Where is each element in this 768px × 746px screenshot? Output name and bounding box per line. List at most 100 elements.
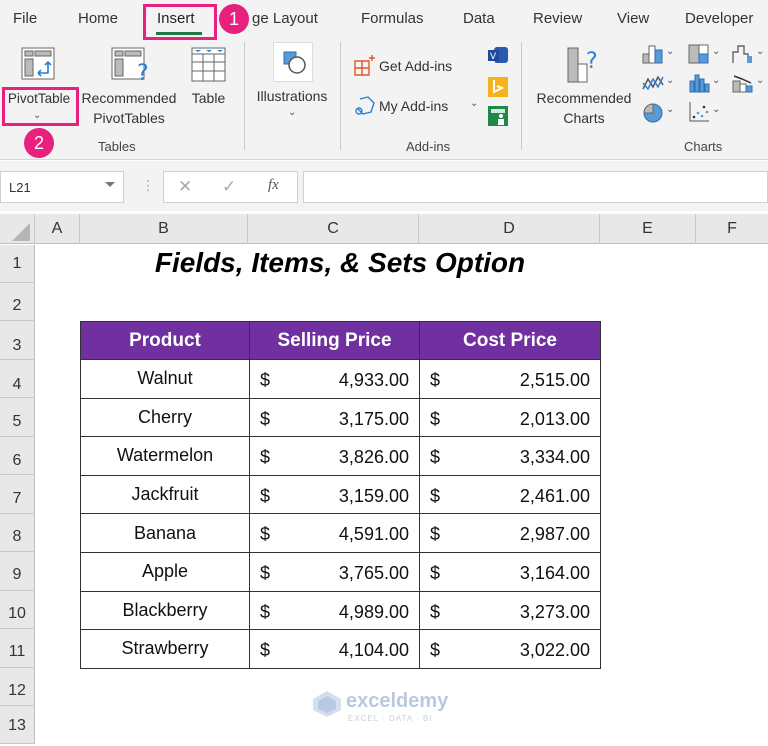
row-header-2[interactable]: 2 xyxy=(0,283,35,321)
tab-formulas[interactable]: Formulas xyxy=(361,10,424,27)
table-label: Table xyxy=(191,90,226,106)
cost-price-cell[interactable]: $3,273.00 xyxy=(419,590,601,631)
chevron-down-icon: ⌄ xyxy=(470,98,479,109)
product-cell[interactable]: Banana xyxy=(80,513,250,553)
cost-price-value: 2,013.00 xyxy=(519,408,590,429)
tab-developer[interactable]: Developer xyxy=(685,10,753,27)
histogram-chart-icon xyxy=(689,74,710,93)
selling-price-cell[interactable]: $4,989.00 xyxy=(249,590,420,631)
group-separator xyxy=(340,42,341,150)
formula-actions: ✕ ✓ fx xyxy=(163,171,298,203)
selling-price-cell[interactable]: $4,591.00 xyxy=(249,513,420,553)
exceldemy-logo-icon xyxy=(313,691,341,717)
row-header-9[interactable]: 9 xyxy=(0,552,35,591)
header-cost-price[interactable]: Cost Price xyxy=(419,321,601,360)
column-header-d[interactable]: D xyxy=(419,214,600,244)
cancel-icon[interactable]: ✕ xyxy=(178,177,192,197)
cost-price-cell[interactable]: $3,334.00 xyxy=(419,436,601,476)
column-header-b[interactable]: B xyxy=(80,214,248,244)
select-all-icon xyxy=(12,223,30,241)
cost-price-cell[interactable]: $2,013.00 xyxy=(419,397,601,438)
row-header-3[interactable]: 3 xyxy=(0,321,35,360)
tab-data[interactable]: Data xyxy=(463,10,495,27)
selling-price-cell[interactable]: $3,826.00 xyxy=(249,436,420,476)
insert-function-icon[interactable]: fx xyxy=(268,177,279,194)
row-header-10[interactable]: 10 xyxy=(0,591,35,629)
svg-text:?: ? xyxy=(586,49,598,74)
tab-file[interactable]: File xyxy=(13,10,37,27)
row-header-8[interactable]: 8 xyxy=(0,514,35,552)
store-icon xyxy=(354,55,375,76)
row-header-7[interactable]: 7 xyxy=(0,475,35,514)
currency-symbol: $ xyxy=(430,640,441,661)
chevron-down-icon: ⌄ xyxy=(712,46,721,57)
recommended-pivottables-label-2: PivotTables xyxy=(93,110,165,126)
selling-price-value: 3,175.00 xyxy=(338,408,409,429)
enter-check-icon[interactable]: ✓ xyxy=(222,177,236,197)
cost-price-cell[interactable]: $3,164.00 xyxy=(419,551,601,592)
product-cell[interactable]: Cherry xyxy=(80,397,250,438)
product-cell[interactable]: Walnut xyxy=(80,359,250,399)
selling-price-cell[interactable]: $4,104.00 xyxy=(249,629,420,669)
currency-symbol: $ xyxy=(260,408,271,429)
tab-view[interactable]: View xyxy=(617,10,649,27)
name-box-dropdown-icon[interactable] xyxy=(105,182,115,187)
sheet-title[interactable]: Fields, Items, & Sets Option xyxy=(80,244,600,282)
product-cell[interactable]: Blackberry xyxy=(80,590,250,631)
selling-price-cell[interactable]: $4,933.00 xyxy=(249,359,420,399)
currency-symbol: $ xyxy=(430,601,441,622)
pivottable-highlight xyxy=(2,87,79,126)
selling-price-value: 3,826.00 xyxy=(338,447,409,468)
selling-price-cell[interactable]: $3,175.00 xyxy=(249,397,420,438)
tab-home[interactable]: Home xyxy=(78,10,118,27)
table-row: Cherry $3,175.00 $2,013.00 xyxy=(80,397,601,438)
row-header-1[interactable]: 1 xyxy=(0,245,35,283)
column-header-f[interactable]: F xyxy=(696,214,768,244)
column-header-e[interactable]: E xyxy=(600,214,696,244)
product-cell[interactable]: Apple xyxy=(80,551,250,592)
product-cell[interactable]: Watermelon xyxy=(80,436,250,476)
column-header-a[interactable]: A xyxy=(35,214,80,244)
addins-group-label: Add-ins xyxy=(406,139,451,154)
row-header-11[interactable]: 11 xyxy=(0,629,35,668)
column-header-c[interactable]: C xyxy=(248,214,419,244)
formula-bar-grip-icon[interactable]: ⋮ xyxy=(141,177,155,194)
cost-price-value: 3,164.00 xyxy=(519,562,590,583)
line-chart-icon xyxy=(642,75,664,91)
cost-price-cell[interactable]: $2,461.00 xyxy=(419,474,601,515)
step-badge-1: 1 xyxy=(219,4,249,34)
select-all-button[interactable] xyxy=(0,214,35,244)
row-header-13[interactable]: 13 xyxy=(0,706,35,744)
visio-icon[interactable]: V xyxy=(488,47,508,65)
cost-price-cell[interactable]: $2,515.00 xyxy=(419,359,601,399)
people-graph-icon[interactable] xyxy=(488,106,508,126)
currency-symbol: $ xyxy=(260,370,271,390)
product-cell[interactable]: Jackfruit xyxy=(80,474,250,515)
cost-price-value: 2,987.00 xyxy=(519,524,590,545)
row-header-12[interactable]: 12 xyxy=(0,668,35,706)
table-row: Banana $4,591.00 $2,987.00 xyxy=(80,513,601,553)
selling-price-cell[interactable]: $3,159.00 xyxy=(249,474,420,515)
cost-price-cell[interactable]: $3,022.00 xyxy=(419,629,601,669)
formula-input[interactable] xyxy=(303,171,768,203)
table-icon xyxy=(191,47,226,82)
product-cell[interactable]: Strawberry xyxy=(80,629,250,669)
selling-price-cell[interactable]: $3,765.00 xyxy=(249,551,420,592)
name-box[interactable]: L21 xyxy=(0,171,124,203)
step-badge-2: 2 xyxy=(24,128,54,158)
header-selling-price[interactable]: Selling Price xyxy=(249,321,420,360)
bing-maps-icon[interactable] xyxy=(488,77,508,97)
table-row: Watermelon $3,826.00 $3,334.00 xyxy=(80,436,601,476)
tab-page-layout[interactable]: ge Layout xyxy=(252,10,318,27)
pie-chart-icon xyxy=(643,103,663,123)
tab-review[interactable]: Review xyxy=(533,10,582,27)
row-header-5[interactable]: 5 xyxy=(0,398,35,437)
row-header-6[interactable]: 6 xyxy=(0,437,35,475)
cost-price-cell[interactable]: $2,987.00 xyxy=(419,513,601,553)
tab-insert[interactable]: Insert xyxy=(157,10,195,27)
row-header-4[interactable]: 4 xyxy=(0,360,35,398)
header-product[interactable]: Product xyxy=(80,321,250,360)
treemap-chart-icon xyxy=(688,44,709,64)
selling-price-value: 4,591.00 xyxy=(338,524,409,545)
table-row: Blackberry $4,989.00 $3,273.00 xyxy=(80,590,601,631)
